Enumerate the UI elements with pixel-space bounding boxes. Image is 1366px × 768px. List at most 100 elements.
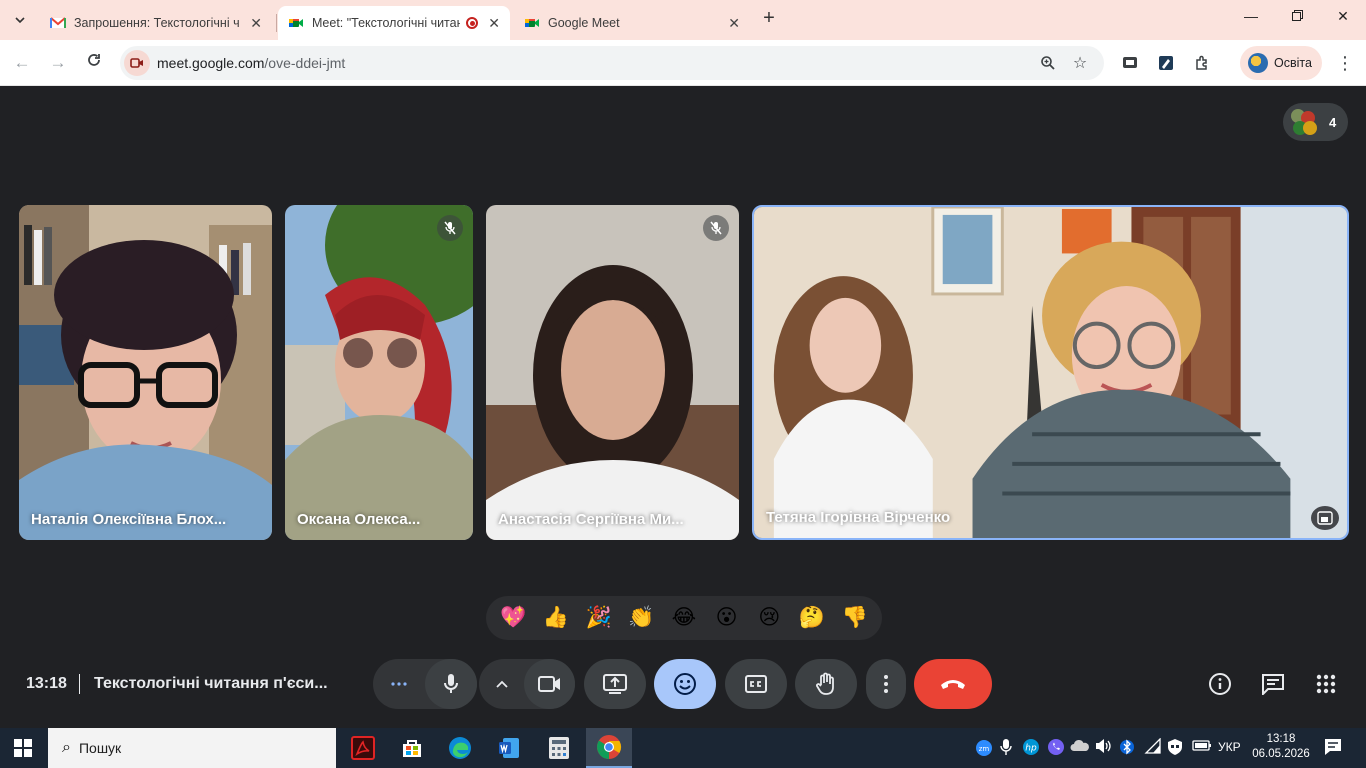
tab-close-icon[interactable]: ✕	[488, 15, 500, 32]
tab-meet-active[interactable]: Meet: "Текстологічні читан ✕	[278, 6, 510, 40]
reaction-clap[interactable]: 👏	[623, 596, 659, 640]
reaction-surprised[interactable]: 😮	[709, 596, 745, 640]
new-tab-button[interactable]: +	[758, 8, 780, 30]
wifi-icon[interactable]	[1144, 737, 1162, 757]
search-icon: ⌕	[62, 739, 71, 756]
microphone-button[interactable]	[425, 659, 477, 709]
reactions-bar: 💖 👍 🎉 👏 😂 😮 😢 🤔 👎	[486, 596, 882, 640]
tab-title: Запрошення: Текстологічні чи	[74, 16, 241, 30]
closed-captions-icon	[745, 675, 767, 693]
taskbar-clock[interactable]: 13:18 06.05.2026	[1252, 732, 1310, 762]
site-info-camera-icon[interactable]	[124, 50, 150, 76]
reaction-thumbs-down[interactable]: 👎	[837, 596, 873, 640]
extensions-puzzle-icon[interactable]	[1192, 53, 1212, 73]
zoom-tray-icon[interactable]: zm	[975, 739, 993, 760]
participant-avatars-icon	[1291, 109, 1317, 135]
audio-control-group	[373, 659, 477, 709]
reaction-laugh[interactable]: 😂	[666, 596, 702, 640]
present-screen-button[interactable]	[584, 659, 646, 709]
meet-icon	[289, 19, 303, 27]
hp-tray-icon[interactable]: hp	[1022, 738, 1040, 759]
viber-tray-icon[interactable]	[1047, 738, 1065, 759]
microsoft-store-icon[interactable]	[398, 734, 426, 762]
tab-close-icon[interactable]: ✕	[728, 15, 740, 32]
meeting-clock: 13:18	[26, 675, 67, 692]
taskbar-search-box[interactable]: ⌕ Пошук	[48, 728, 336, 768]
security-shield-icon[interactable]	[1167, 738, 1183, 759]
tab-title: Meet: "Текстологічні читан	[312, 16, 461, 30]
zoom-icon[interactable]	[1038, 53, 1058, 73]
input-language[interactable]: УКР	[1218, 740, 1241, 754]
minimize-window-icon[interactable]: —	[1239, 8, 1263, 24]
volume-icon[interactable]	[1095, 738, 1113, 757]
participant-name: Тетяна Ігорівна Вірченко	[766, 509, 951, 526]
participant-tile[interactable]: Оксана Олекса...	[285, 205, 473, 540]
participant-tile[interactable]: Наталія Олексіївна Блох...	[19, 205, 272, 540]
browser-tab-strip: Запрошення: Текстологічні чи ✕ Meet: "Те…	[0, 0, 1366, 40]
extension-cast-icon[interactable]	[1120, 53, 1140, 73]
participant-video	[754, 207, 1347, 538]
search-label: Пошук	[78, 740, 122, 756]
leave-call-button[interactable]	[914, 659, 992, 709]
tab-google-meet[interactable]: Google Meet ✕	[514, 6, 750, 40]
address-bar[interactable]: meet.google.com/ove-ddei-jmt ☆	[120, 46, 1104, 80]
chat-icon[interactable]	[1260, 671, 1286, 697]
onedrive-cloud-icon[interactable]	[1070, 738, 1090, 755]
tab-close-icon[interactable]: ✕	[250, 15, 262, 32]
tab-gmail-invite[interactable]: Запрошення: Текстологічні чи ✕	[40, 6, 272, 40]
raise-hand-button[interactable]	[795, 659, 857, 709]
microphone-tray-icon[interactable]	[1000, 738, 1012, 759]
battery-icon[interactable]	[1192, 738, 1212, 755]
extension-pen-icon[interactable]	[1156, 53, 1176, 73]
participant-name: Оксана Олекса...	[297, 511, 421, 528]
acrobat-icon[interactable]	[349, 734, 377, 762]
end-call-icon	[941, 680, 965, 689]
meet-icon	[525, 19, 539, 27]
url-path: /ove-ddei-jmt	[264, 55, 346, 71]
profile-button[interactable]: Освіта	[1240, 46, 1322, 80]
calculator-icon[interactable]	[545, 734, 573, 762]
participant-tile-spotlight[interactable]: Тетяна Ігорівна Вірченко	[752, 205, 1349, 540]
reaction-sad[interactable]: 😢	[751, 596, 787, 640]
reaction-heart[interactable]: 💖	[495, 596, 531, 640]
windows-start-icon[interactable]	[14, 739, 32, 757]
raise-hand-icon	[816, 672, 834, 695]
notifications-icon[interactable]	[1324, 738, 1342, 759]
meeting-details-icon[interactable]	[1207, 671, 1233, 697]
close-window-icon[interactable]: ✕	[1331, 8, 1355, 25]
back-button[interactable]: ←	[11, 52, 33, 74]
chrome-icon[interactable]	[586, 728, 632, 768]
bookmark-star-icon[interactable]: ☆	[1070, 53, 1090, 73]
audio-options-button[interactable]	[373, 659, 425, 709]
muted-mic-icon	[703, 215, 729, 241]
camera-button[interactable]	[524, 659, 575, 709]
reaction-thumbs-up[interactable]: 👍	[538, 596, 574, 640]
clock-divider	[79, 674, 80, 694]
reload-button[interactable]	[83, 52, 105, 74]
forward-button[interactable]: →	[47, 52, 69, 74]
picture-in-picture-icon[interactable]	[1311, 506, 1339, 530]
word-icon[interactable]	[495, 734, 523, 762]
participant-count: 4	[1329, 114, 1337, 130]
restore-window-icon[interactable]	[1285, 8, 1309, 24]
participant-tile[interactable]: Анастасія Сергіївна Ми...	[486, 205, 739, 540]
activities-grid-icon[interactable]	[1313, 671, 1339, 697]
avatar	[1248, 53, 1268, 73]
reaction-party[interactable]: 🎉	[581, 596, 617, 640]
edge-browser-icon[interactable]	[446, 734, 474, 762]
reactions-button[interactable]	[654, 659, 716, 709]
participant-video	[285, 205, 473, 540]
reaction-thinking[interactable]: 🤔	[794, 596, 830, 640]
browser-menu-icon[interactable]: ⋮	[1336, 52, 1354, 74]
muted-mic-icon	[437, 215, 463, 241]
more-options-button[interactable]	[866, 659, 906, 709]
tab-search-chevron-icon[interactable]	[8, 8, 32, 32]
captions-button[interactable]	[725, 659, 787, 709]
url-text: meet.google.com/ove-ddei-jmt	[157, 55, 345, 71]
taskbar-date: 06.05.2026	[1252, 748, 1310, 760]
svg-text:zm: zm	[979, 745, 990, 753]
bluetooth-icon[interactable]	[1120, 738, 1134, 759]
video-options-chevron-up-icon[interactable]	[479, 659, 524, 709]
participants-chip[interactable]: 4	[1283, 103, 1348, 141]
tab-title: Google Meet	[548, 16, 620, 30]
